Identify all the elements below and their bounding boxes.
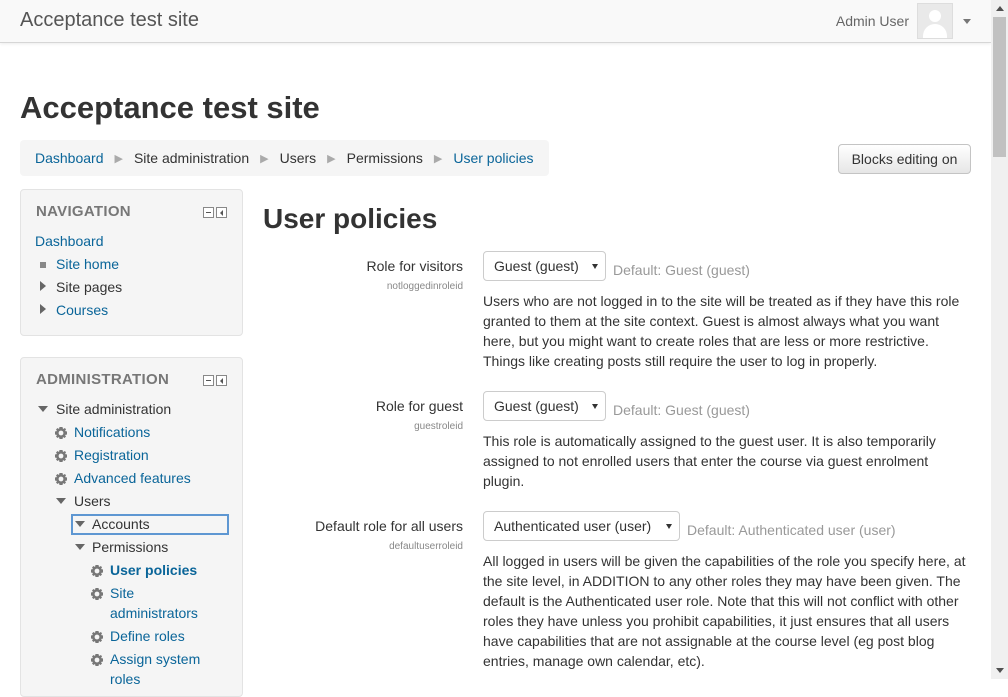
gear-icon (91, 588, 103, 600)
administration-block: ADMINISTRATION Site administration Notif… (20, 357, 243, 697)
dropdown-arrow-icon (592, 264, 598, 269)
default-value-all-users: Default: Authenticated user (user) (687, 522, 896, 538)
admin-item-assign-system-roles-line2[interactable]: roles (110, 671, 140, 687)
role-for-visitors-select[interactable]: Guest (guest) (483, 251, 606, 281)
chevron-down-icon[interactable] (963, 18, 971, 24)
site-brand-link[interactable]: Acceptance test site (20, 9, 199, 32)
setting-name-notloggedinroleid: notloggedinroleid (386, 281, 463, 292)
expand-down-icon[interactable] (56, 498, 66, 504)
expand-right-icon[interactable] (40, 304, 46, 314)
page-heading: Acceptance test site (20, 90, 320, 125)
select-value: Guest (guest) (494, 258, 579, 274)
navigation-block: NAVIGATION Dashboard Site home Site page… (20, 189, 243, 336)
breadcrumb-separator-icon: ▶ (327, 152, 336, 165)
block-controls (203, 375, 227, 386)
admin-item-permissions[interactable]: Permissions (92, 539, 168, 555)
breadcrumb-separator-icon: ▶ (260, 152, 269, 165)
admin-item-accounts[interactable]: Accounts (92, 516, 150, 532)
expand-right-icon[interactable] (40, 281, 46, 291)
gear-icon (91, 631, 103, 643)
navigation-block-title: NAVIGATION (36, 203, 131, 220)
block-controls (203, 207, 227, 218)
breadcrumb: Dashboard ▶ Site administration ▶ Users … (20, 140, 549, 176)
setting-name-defaultuserroleid: defaultuserroleid (389, 541, 463, 552)
gear-icon (91, 565, 103, 577)
nav-item-courses[interactable]: Courses (56, 302, 108, 318)
select-value: Authenticated user (user) (494, 518, 652, 534)
nav-item-dashboard[interactable]: Dashboard (35, 233, 104, 249)
admin-item-advanced-features[interactable]: Advanced features (74, 470, 191, 486)
breadcrumb-permissions: Permissions (346, 150, 423, 166)
nav-item-site-pages[interactable]: Site pages (56, 279, 122, 295)
avatar[interactable] (917, 3, 953, 39)
select-value: Guest (guest) (494, 398, 579, 414)
setting-label-default-role-all-users: Default role for all users (315, 518, 463, 534)
gear-icon (55, 427, 67, 439)
navbar: Acceptance test site Admin User (0, 0, 991, 43)
setting-description-visitors: Users who are not logged in to the site … (483, 293, 960, 369)
avatar-body-shape (923, 24, 947, 38)
setting-label-role-for-guest: Role for guest (375, 398, 463, 414)
default-value-visitors: Default: Guest (guest) (613, 262, 750, 278)
expand-down-icon[interactable] (75, 544, 85, 550)
gear-icon (91, 654, 103, 666)
breadcrumb-site-administration: Site administration (133, 150, 250, 166)
setting-description-all-users: All logged in users will be given the ca… (483, 553, 966, 669)
setting-description-guest: This role is automatically assigned to t… (483, 433, 936, 489)
main-heading: User policies (263, 203, 438, 234)
scroll-thumb[interactable] (993, 17, 1006, 157)
scroll-up-arrow[interactable] (991, 0, 1008, 17)
user-name[interactable]: Admin User (836, 13, 909, 29)
administration-block-title: ADMINISTRATION (36, 371, 170, 388)
setting-label-role-for-visitors: Role for visitors (366, 258, 463, 274)
default-role-all-users-select[interactable]: Authenticated user (user) (483, 511, 680, 541)
bullet-icon (40, 262, 46, 268)
dropdown-arrow-icon (592, 404, 598, 409)
blocks-editing-button[interactable]: Blocks editing on (838, 144, 971, 174)
admin-item-assign-system-roles[interactable]: Assign system (110, 651, 200, 667)
nav-item-site-home[interactable]: Site home (56, 256, 119, 272)
admin-item-site-administrators-line2[interactable]: administrators (110, 605, 198, 621)
admin-item-users[interactable]: Users (74, 493, 111, 509)
expand-down-icon[interactable] (75, 521, 85, 527)
collapse-icon[interactable] (203, 207, 214, 218)
breadcrumb-users: Users (279, 150, 317, 166)
expand-down-icon[interactable] (38, 406, 48, 412)
page-scrollbar[interactable] (991, 0, 1008, 679)
admin-item-define-roles[interactable]: Define roles (110, 628, 185, 644)
admin-item-site-administrators[interactable]: Site (110, 585, 134, 601)
breadcrumb-separator-icon: ▶ (433, 152, 443, 165)
dock-icon[interactable] (216, 375, 227, 386)
avatar-head-shape (929, 10, 941, 22)
admin-item-site-administration[interactable]: Site administration (56, 401, 171, 417)
breadcrumb-separator-icon: ▶ (114, 152, 123, 165)
role-for-guest-select[interactable]: Guest (guest) (483, 391, 606, 421)
collapse-icon[interactable] (203, 375, 214, 386)
admin-item-registration[interactable]: Registration (74, 447, 149, 463)
user-menu[interactable]: Admin User (836, 3, 971, 39)
gear-icon (55, 450, 67, 462)
default-value-guest: Default: Guest (guest) (613, 402, 750, 418)
admin-item-notifications[interactable]: Notifications (74, 424, 150, 440)
setting-name-guestroleid: guestroleid (414, 421, 463, 432)
scroll-down-arrow[interactable] (991, 662, 1008, 679)
breadcrumb-dashboard[interactable]: Dashboard (35, 150, 104, 166)
dropdown-arrow-icon (666, 524, 672, 529)
admin-item-user-policies[interactable]: User policies (110, 562, 197, 578)
dock-icon[interactable] (216, 207, 227, 218)
gear-icon (55, 473, 67, 485)
breadcrumb-user-policies[interactable]: User policies (453, 150, 533, 166)
